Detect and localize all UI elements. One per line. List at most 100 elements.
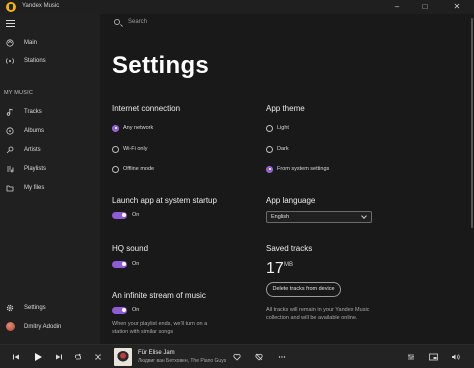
- files-icon: [6, 184, 14, 192]
- dislike-icon[interactable]: [253, 351, 265, 363]
- toggle-switch[interactable]: [112, 211, 127, 219]
- playlists-icon: [6, 165, 14, 173]
- yandex-music-logo-icon: [6, 2, 16, 12]
- radio-label: Offline mode: [123, 166, 155, 172]
- tracks-icon: [6, 108, 14, 116]
- avatar: [6, 322, 15, 331]
- internet-connection-heading: Internet connection: [112, 104, 181, 113]
- radio-any-network[interactable]: Any network: [112, 123, 153, 133]
- infinite-stream-toggle[interactable]: On: [112, 306, 139, 314]
- saved-tracks-note-line1: All tracks will remain in your Yandex Mu…: [266, 307, 370, 313]
- infinite-stream-note-line1: When your playlist ends, we'll turn on a: [112, 321, 208, 327]
- toggle-switch[interactable]: [112, 306, 127, 314]
- radio-label: Light: [277, 125, 289, 131]
- minimize-button[interactable]: –: [386, 0, 408, 14]
- sidebar: Main Stations MY MUSIC Tracks Albums Art…: [0, 14, 100, 344]
- scrollbar[interactable]: [471, 18, 473, 228]
- shuffle-icon[interactable]: [92, 351, 104, 363]
- toggle-state-label: On: [132, 307, 140, 313]
- sidebar-item-my-files[interactable]: My files: [0, 181, 100, 195]
- app-theme-heading: App theme: [266, 104, 305, 113]
- radio-offline-mode[interactable]: Offline mode: [112, 164, 154, 174]
- equalizer-icon[interactable]: [405, 351, 417, 363]
- volume-icon[interactable]: [449, 351, 461, 363]
- sidebar-item-main[interactable]: Main: [0, 36, 100, 50]
- sidebar-item-albums[interactable]: Albums: [0, 124, 100, 138]
- radio-theme-light[interactable]: Light: [266, 123, 289, 133]
- sidebar-item-label: Main: [24, 40, 38, 46]
- infinite-stream-note-line2: station with similar songs: [112, 329, 174, 335]
- sidebar-item-settings[interactable]: Settings: [0, 301, 100, 315]
- saved-tracks-unit: MB: [284, 262, 293, 268]
- launch-at-startup-heading: Launch app at system startup: [112, 196, 217, 205]
- repeat-icon[interactable]: [72, 351, 84, 363]
- page-title: Settings: [112, 52, 210, 79]
- close-button[interactable]: ✕: [446, 0, 468, 14]
- radio-unselected-icon: [266, 124, 273, 132]
- radio-unselected-icon: [266, 145, 273, 153]
- like-heart-icon[interactable]: [231, 351, 243, 363]
- sidebar-item-label: Settings: [24, 305, 46, 311]
- saved-tracks-note-line2: collection and will be available online.: [266, 315, 358, 321]
- sidebar-item-label: My files: [24, 185, 45, 191]
- toggle-state-label: On: [132, 261, 140, 267]
- sidebar-item-label: Artists: [24, 147, 41, 153]
- sidebar-item-label: Albums: [24, 128, 45, 134]
- sidebar-item-playlists[interactable]: Playlists: [0, 162, 100, 176]
- settings-page: Search Settings Internet connection Any …: [100, 14, 474, 344]
- track-title[interactable]: Für Elise Jam: [138, 350, 175, 356]
- player-bar: Für Elise Jam Людвиг ван Бетховен, The P…: [0, 344, 474, 368]
- radio-label: Dark: [277, 146, 289, 152]
- app-title: Yandex Music: [22, 3, 60, 9]
- albums-icon: [6, 127, 14, 135]
- artists-icon: [6, 146, 14, 154]
- next-icon[interactable]: [53, 351, 65, 363]
- app-language-heading: App language: [266, 196, 316, 205]
- sidebar-item-tracks[interactable]: Tracks: [0, 105, 100, 119]
- menu-icon[interactable]: [6, 20, 15, 27]
- maximize-button[interactable]: □: [414, 0, 436, 14]
- sidebar-item-label: Tracks: [24, 109, 42, 115]
- radio-unselected-icon: [112, 145, 119, 153]
- gear-icon: [6, 304, 14, 312]
- play-icon[interactable]: [32, 351, 44, 363]
- sidebar-item-stations[interactable]: Stations: [0, 54, 100, 68]
- saved-tracks-heading: Saved tracks: [266, 244, 313, 253]
- radio-unselected-icon: [112, 165, 119, 173]
- chevron-down-icon: [361, 213, 367, 219]
- language-select-value: English: [271, 214, 290, 220]
- title-bar: Yandex Music – □ ✕: [0, 0, 474, 14]
- user-name: Dmitry Adodin: [24, 324, 62, 330]
- saved-tracks-size: 17: [266, 260, 284, 277]
- more-options-icon[interactable]: [276, 351, 288, 363]
- stations-icon: [6, 57, 14, 65]
- delete-tracks-button[interactable]: Delete tracks from device: [266, 282, 341, 297]
- hq-sound-toggle[interactable]: On: [112, 260, 139, 268]
- track-artist[interactable]: Людвиг ван Бетховен, The Piano Guys: [138, 358, 226, 364]
- mini-player-icon[interactable]: [427, 351, 439, 363]
- album-cover[interactable]: [114, 348, 132, 366]
- language-select[interactable]: English: [266, 211, 372, 223]
- radio-wifi-only[interactable]: Wi-Fi only: [112, 144, 147, 154]
- toggle-switch[interactable]: [112, 260, 127, 268]
- toggle-state-label: On: [132, 212, 140, 218]
- my-music-section-label: MY MUSIC: [4, 90, 34, 96]
- radio-selected-icon: [266, 165, 273, 173]
- sidebar-item-label: Stations: [24, 58, 46, 64]
- radio-theme-system[interactable]: From system settings: [266, 164, 329, 174]
- radio-selected-icon: [112, 124, 119, 132]
- main-icon: [6, 39, 14, 47]
- search-icon: [114, 19, 120, 25]
- radio-label: From system settings: [277, 166, 330, 172]
- sidebar-item-label: Playlists: [24, 166, 47, 172]
- search-bar[interactable]: Search: [114, 16, 314, 30]
- search-input[interactable]: Search: [128, 19, 147, 25]
- radio-label: Wi-Fi only: [123, 146, 148, 152]
- infinite-stream-heading: An infinite stream of music: [112, 291, 206, 300]
- previous-icon[interactable]: [10, 351, 22, 363]
- launch-at-startup-toggle[interactable]: On: [112, 211, 139, 219]
- radio-theme-dark[interactable]: Dark: [266, 144, 289, 154]
- sidebar-item-artists[interactable]: Artists: [0, 143, 100, 157]
- radio-label: Any network: [123, 125, 154, 131]
- user-profile[interactable]: Dmitry Adodin: [0, 320, 100, 334]
